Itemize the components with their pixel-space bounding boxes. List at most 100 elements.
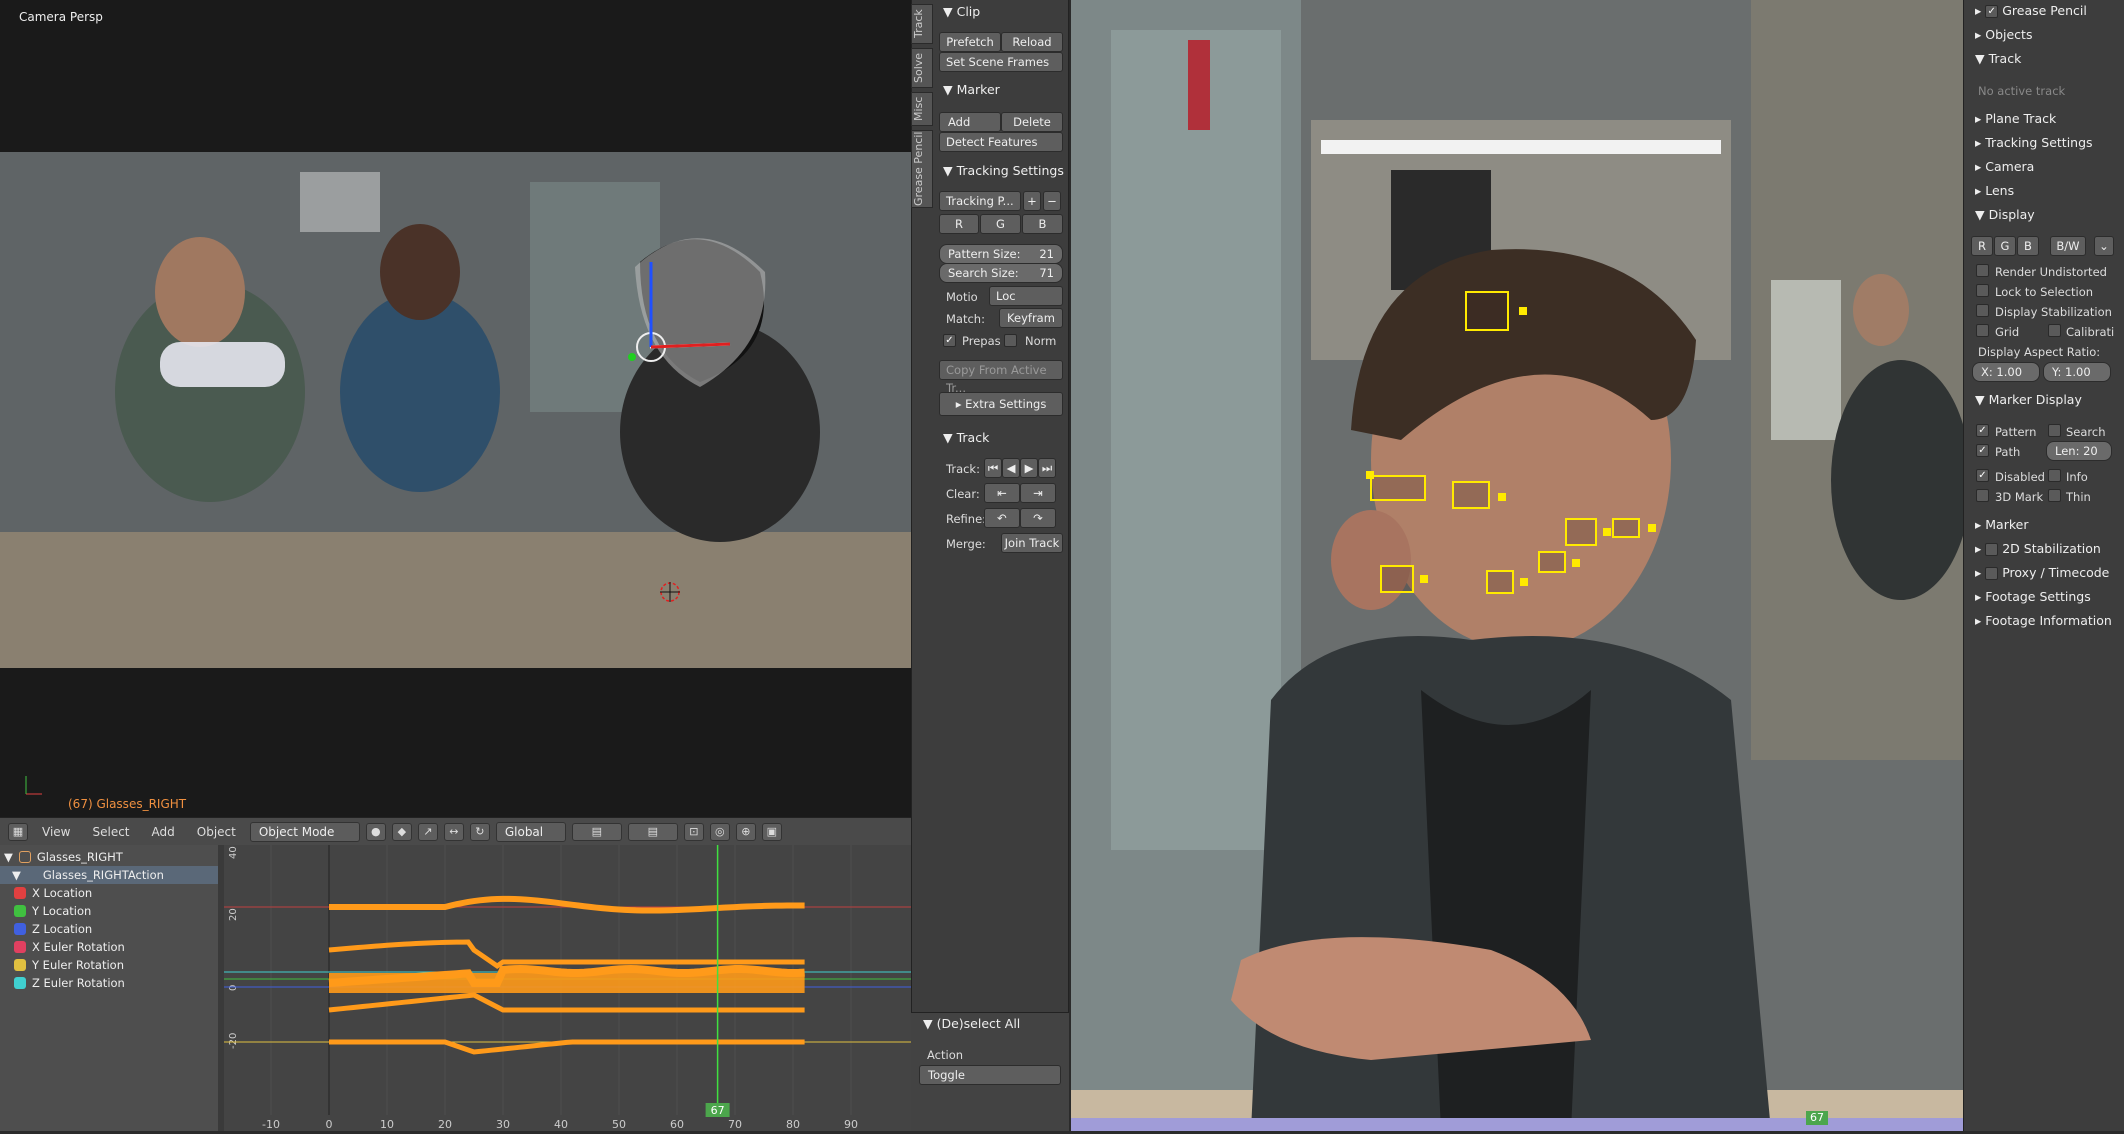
menu-object[interactable]: Object [189, 823, 244, 841]
mode-select[interactable]: Object Mode [249, 821, 360, 842]
eye-icon[interactable] [14, 941, 26, 953]
clip-editor[interactable]: 67 [1071, 0, 1971, 1131]
pivot-icon[interactable]: ◆ [391, 822, 412, 841]
lock-selection-checkbox[interactable] [1976, 284, 1989, 297]
eye-icon[interactable] [14, 977, 26, 989]
editor-type-icon[interactable]: ▦ [8, 822, 28, 841]
3d-mark-checkbox[interactable] [1976, 489, 1989, 502]
track-panel-header[interactable]: ▼ Track [943, 430, 989, 445]
channel-action[interactable]: ▼ Glasses_RIGHTAction [0, 866, 218, 884]
track-backward-sequence-icon[interactable]: ⏮ [984, 458, 1002, 478]
prefetch-button[interactable]: Prefetch [939, 32, 1001, 52]
display-panel[interactable]: ▼ Display [1963, 204, 2124, 226]
pattern-size-field[interactable]: Pattern Size: 21 [939, 244, 1063, 264]
track-marker[interactable] [1565, 518, 1611, 546]
eye-icon[interactable] [14, 905, 26, 917]
layers2-icon[interactable]: ▤ [627, 822, 678, 841]
join-track-button[interactable]: Join Track [1001, 533, 1063, 553]
rotate-icon[interactable]: ↻ [469, 822, 490, 841]
channel-z-rotation[interactable]: Z Euler Rotation [0, 974, 218, 992]
orientation-select[interactable]: Global [495, 821, 566, 842]
objects-panel[interactable]: ▸ Objects [1963, 24, 2124, 46]
track-marker[interactable] [1538, 551, 1580, 573]
info-checkbox[interactable] [2048, 469, 2061, 482]
tab-solve[interactable]: Solve [911, 48, 933, 88]
display-g-toggle[interactable]: G [1994, 236, 2016, 256]
layers-icon[interactable]: ▤ [571, 822, 622, 841]
grease-pencil-checkbox[interactable]: ✓ [1985, 5, 1999, 18]
calibration-checkbox[interactable] [2048, 324, 2061, 337]
render-icon[interactable]: ▣ [761, 822, 782, 841]
stabilization-checkbox[interactable] [1985, 543, 1999, 556]
motion-model-select[interactable]: Loc [989, 286, 1063, 306]
tracking-settings-panel[interactable]: ▸ Tracking Settings [1963, 132, 2124, 154]
channel-object[interactable]: ▼ Glasses_RIGHT [0, 848, 218, 866]
copy-from-active-button[interactable]: Copy From Active Tr... [939, 360, 1063, 395]
track-marker[interactable] [1366, 471, 1426, 501]
3d-viewport[interactable]: Camera Persp (67) Glasses_RIGHT [0, 0, 911, 817]
refine-back-icon[interactable]: ↶ [984, 508, 1020, 528]
track-forward-icon[interactable]: ▶ [1020, 458, 1038, 478]
display-options-icon[interactable]: ⌄ [2094, 236, 2114, 256]
tab-track[interactable]: Track [911, 4, 933, 44]
render-undistorted-checkbox[interactable] [1976, 264, 1989, 277]
menu-view[interactable]: View [34, 823, 78, 841]
channel-z-location[interactable]: Z Location [0, 920, 218, 938]
refine-forward-icon[interactable]: ↷ [1020, 508, 1056, 528]
clip-panel-header[interactable]: ▼ Clip [943, 4, 980, 19]
reload-button[interactable]: Reload [1001, 32, 1063, 52]
track-forward-sequence-icon[interactable]: ⏭ [1038, 458, 1056, 478]
tracking-preset-select[interactable]: Tracking P... [939, 191, 1021, 211]
shading-icon[interactable]: ● [365, 822, 386, 841]
snap-icon[interactable]: ⊕ [735, 822, 756, 841]
match-select[interactable]: Keyfram [999, 308, 1063, 328]
thin-checkbox[interactable] [2048, 489, 2061, 502]
display-b-toggle[interactable]: B [2017, 236, 2039, 256]
clip-current-frame-indicator[interactable]: 67 [1806, 1111, 1828, 1125]
track-backward-icon[interactable]: ◀ [1002, 458, 1020, 478]
track-marker[interactable] [1612, 518, 1656, 538]
proxy-panel[interactable]: ▸ Proxy / Timecode [1963, 562, 2124, 584]
delete-marker-button[interactable]: Delete [1001, 112, 1063, 132]
remove-preset-icon[interactable]: − [1043, 191, 1061, 211]
channel-x-rotation[interactable]: X Euler Rotation [0, 938, 218, 956]
grid-checkbox[interactable] [1976, 324, 1989, 337]
lock-icon[interactable]: ⊡ [683, 822, 704, 841]
search-size-field[interactable]: Search Size: 71 [939, 263, 1063, 283]
tracking-settings-header[interactable]: ▼ Tracking Settings [943, 163, 1064, 178]
add-preset-icon[interactable]: + [1023, 191, 1041, 211]
pattern-checkbox[interactable]: ✓ [1976, 424, 1989, 437]
track-marker[interactable] [1486, 570, 1528, 594]
tab-grease-pencil[interactable]: Grease Pencil [911, 130, 933, 208]
stabilization-panel[interactable]: ▸ 2D Stabilization [1963, 538, 2124, 560]
track-marker[interactable] [1465, 291, 1527, 331]
manipulator-icon[interactable]: ↗ [417, 822, 438, 841]
clear-forward-icon[interactable]: ⇥ [1020, 483, 1056, 503]
prepass-checkbox[interactable]: ✓ [943, 334, 956, 347]
graph-editor[interactable]: ▼ Glasses_RIGHT ▼ Glasses_RIGHTAction X Lo… [0, 845, 911, 1131]
track-marker[interactable] [1380, 565, 1428, 593]
menu-select[interactable]: Select [84, 823, 137, 841]
channel-r-toggle[interactable]: R [939, 214, 979, 234]
marker-props-panel[interactable]: ▸ Marker [1963, 514, 2124, 536]
channel-x-location[interactable]: X Location [0, 884, 218, 902]
deselect-all-header[interactable]: ▼ (De)select All [923, 1016, 1020, 1031]
eye-icon[interactable] [14, 959, 26, 971]
path-length-field[interactable]: Len: 20 [2046, 441, 2112, 461]
grease-pencil-panel[interactable]: ▸ ✓ Grease Pencil [1963, 0, 2124, 22]
extra-settings-button[interactable]: ▸ Extra Settings [939, 392, 1063, 416]
track-panel[interactable]: ▼ Track [1963, 48, 2124, 70]
channel-y-rotation[interactable]: Y Euler Rotation [0, 956, 218, 974]
channel-g-toggle[interactable]: G [980, 214, 1021, 234]
disabled-checkbox[interactable]: ✓ [1976, 469, 1989, 482]
camera-panel[interactable]: ▸ Camera [1963, 156, 2124, 178]
marker-panel-header[interactable]: ▼ Marker [943, 82, 1000, 97]
marker-display-panel[interactable]: ▼ Marker Display [1963, 389, 2124, 411]
lens-panel[interactable]: ▸ Lens [1963, 180, 2124, 202]
channel-y-location[interactable]: Y Location [0, 902, 218, 920]
aspect-x-field[interactable]: X: 1.00 [1972, 362, 2040, 382]
eye-icon[interactable] [14, 923, 26, 935]
proxy-checkbox[interactable] [1985, 567, 1999, 580]
track-marker[interactable] [1452, 481, 1506, 509]
aspect-y-field[interactable]: Y: 1.00 [2043, 362, 2111, 382]
